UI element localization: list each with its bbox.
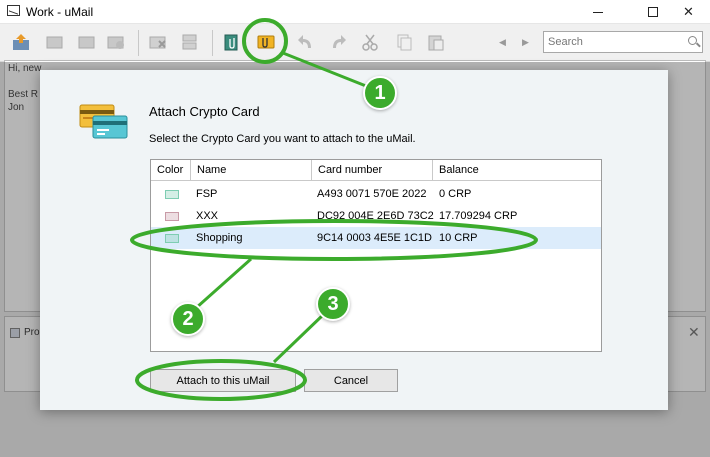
minimize-icon: [592, 11, 603, 13]
cancel-button[interactable]: Cancel: [304, 369, 398, 392]
card-number: A493 0071 570E 2022: [317, 188, 427, 200]
reply-all-icon[interactable]: [76, 33, 96, 51]
card-number: DC92 004E 2E6D 73C2: [317, 210, 434, 222]
undo-icon[interactable]: [296, 33, 316, 51]
crypto-cards-icon: [79, 104, 128, 139]
card-balance: 10 CRP: [439, 232, 478, 244]
mail-app-icon: [7, 5, 20, 16]
card-number: 9C14 0003 4E5E 1C1D: [317, 232, 432, 244]
forward-icon[interactable]: [106, 33, 126, 51]
maximize-icon: [647, 7, 658, 17]
card-balance: 17.709294 CRP: [439, 210, 518, 222]
send-receive-icon[interactable]: [12, 33, 32, 51]
delete-icon[interactable]: [148, 33, 168, 51]
color-swatch: [165, 190, 179, 199]
attach-crypto-card-icon[interactable]: [256, 33, 276, 51]
color-swatch: [165, 212, 179, 221]
title-bar: Work - uMail ✕: [0, 0, 710, 24]
reply-icon[interactable]: [44, 33, 64, 51]
column-header-balance[interactable]: Balance: [433, 160, 601, 181]
attach-button[interactable]: Attach to this uMail: [150, 369, 296, 392]
dialog-title: Attach Crypto Card: [149, 104, 260, 119]
card-name: FSP: [196, 188, 218, 200]
paste-icon[interactable]: [426, 33, 446, 51]
copy-icon[interactable]: [394, 33, 414, 51]
close-icon: ✕: [683, 4, 694, 19]
attach-file-icon[interactable]: [222, 33, 242, 51]
search-placeholder: Search: [548, 36, 583, 48]
table-row[interactable]: Shopping 9C14 0003 4E5E 1C1D 10 CRP: [151, 227, 601, 249]
previous-icon[interactable]: ◀: [499, 37, 506, 48]
search-input[interactable]: Search: [543, 31, 703, 53]
table-row[interactable]: FSP A493 0071 570E 2022 0 CRP: [151, 183, 601, 205]
table-header: Color Name Card number Balance: [151, 160, 601, 181]
next-icon[interactable]: ▶: [522, 37, 529, 48]
table-row[interactable]: XXX DC92 004E 2E6D 73C2 17.709294 CRP: [151, 205, 601, 227]
toolbar: ◀ ▶ Search: [0, 24, 710, 62]
window-title: Work - uMail: [26, 5, 94, 19]
column-header-name[interactable]: Name: [191, 160, 312, 181]
close-window-button[interactable]: ✕: [666, 0, 710, 24]
step-badge-1: 1: [363, 76, 397, 110]
toolbar-separator: [138, 30, 139, 56]
search-icon[interactable]: [688, 36, 697, 45]
step-badge-2: 2: [171, 302, 205, 336]
dialog-description: Select the Crypto Card you want to attac…: [149, 133, 416, 145]
step-badge-3: 3: [316, 287, 350, 321]
column-header-color[interactable]: Color: [151, 160, 191, 181]
minimize-button[interactable]: [575, 0, 620, 24]
card-name: Shopping: [196, 232, 243, 244]
crypto-card-table: Color Name Card number Balance FSP A493 …: [150, 159, 602, 352]
card-balance: 0 CRP: [439, 188, 472, 200]
toolbar-separator: [212, 30, 213, 56]
column-header-card-number[interactable]: Card number: [312, 160, 433, 181]
card-name: XXX: [196, 210, 219, 222]
redo-icon[interactable]: [328, 33, 348, 51]
move-icon[interactable]: [180, 33, 200, 51]
cut-icon[interactable]: [360, 33, 380, 51]
color-swatch: [165, 234, 179, 243]
attach-crypto-card-dialog: Attach Crypto Card Select the Crypto Car…: [40, 70, 668, 410]
